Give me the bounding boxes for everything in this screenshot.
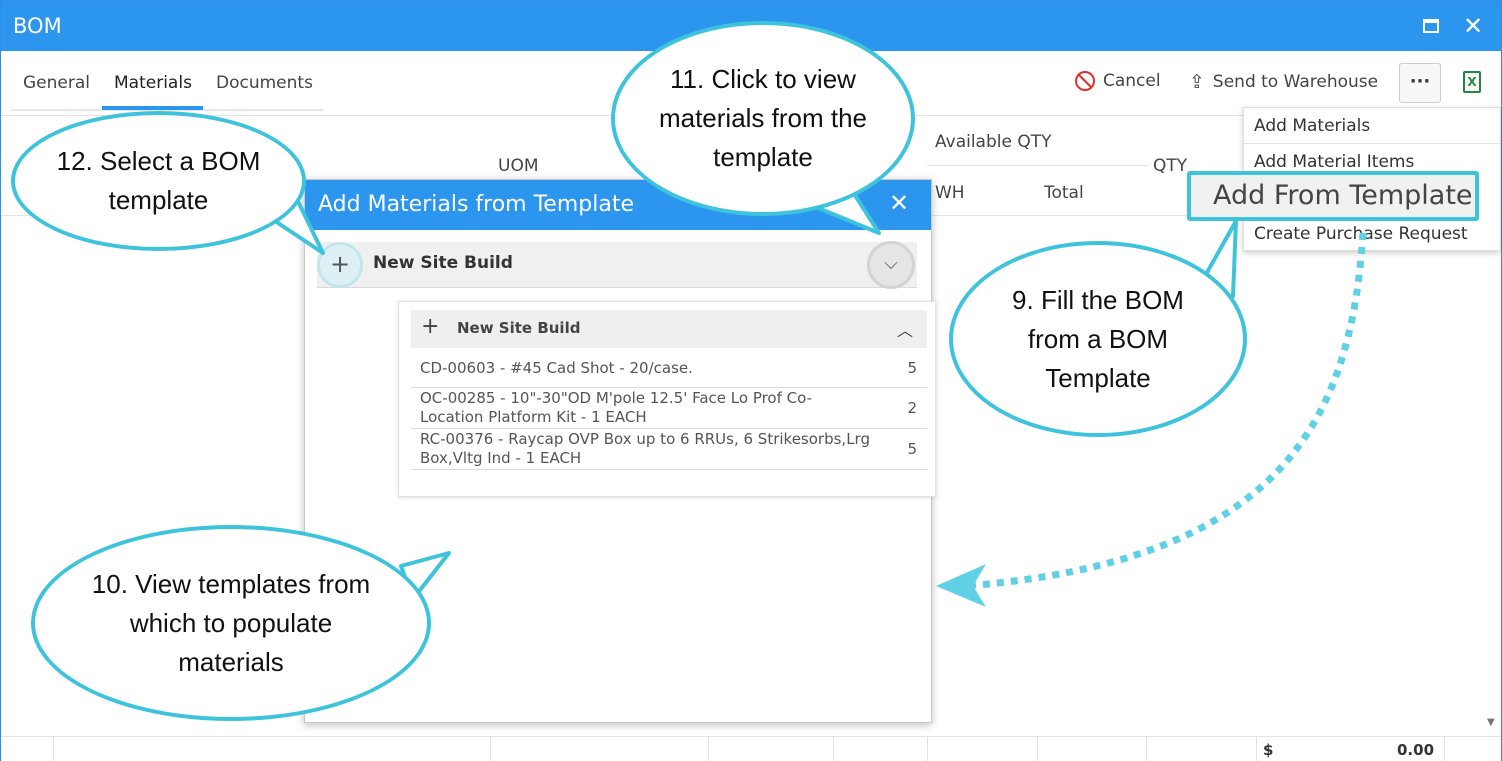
template-materials-title: New Site Build	[457, 319, 581, 337]
footer-sep	[833, 737, 834, 761]
excel-export-icon[interactable]: X	[1463, 71, 1481, 93]
close-icon: ✕	[1462, 12, 1484, 40]
col-available-qty: Available QTY	[935, 132, 1052, 152]
send-label: Send to Warehouse	[1212, 72, 1379, 92]
window-title: BOM	[13, 14, 62, 38]
cancel-button[interactable]: Cancel	[1075, 71, 1161, 91]
tab-materials[interactable]: Materials	[114, 73, 192, 93]
menu-add-materials[interactable]: Add Materials	[1254, 116, 1370, 136]
template-materials-panel: + New Site Build ︿ CD-00603 - #45 Cad Sh…	[398, 301, 936, 497]
footer-sep	[1444, 737, 1445, 761]
footer-sep	[927, 737, 928, 761]
plus-icon[interactable]: +	[421, 314, 439, 339]
col-wh: WH	[935, 183, 965, 203]
callout-11: 11. Click to view materials from the tem…	[611, 21, 915, 216]
footer-sep	[1146, 737, 1147, 761]
footer-currency: $	[1263, 741, 1274, 759]
material-desc: CD-00603 - #45 Cad Shot - 20/case.	[420, 359, 693, 377]
tab-general[interactable]: General	[23, 73, 90, 93]
menu-add-from-template[interactable]: Add From Template	[1187, 171, 1479, 221]
dialog-title: Add Materials from Template	[318, 192, 634, 217]
dialog-close-button[interactable]: ✕	[889, 189, 909, 217]
col-qty: QTY	[1153, 156, 1188, 176]
material-desc: RC-00376 - Raycap OVP Box up to 6 RRUs, …	[420, 430, 870, 467]
menu-add-material-items[interactable]: Add Material Items	[1254, 152, 1414, 172]
warehouse-icon: ⇪	[1189, 71, 1205, 93]
send-to-warehouse-button[interactable]: ⇪ Send to Warehouse	[1189, 71, 1378, 93]
footer-total: 0.00	[1397, 741, 1435, 759]
footer-sep	[1037, 737, 1038, 761]
template-row[interactable]: + New Site Build ⌵	[317, 241, 917, 289]
footer-sep	[1256, 737, 1257, 761]
tab-documents[interactable]: Documents	[216, 73, 313, 93]
expand-chevron-down-icon[interactable]: ⌵	[867, 241, 915, 289]
cancel-label: Cancel	[1103, 71, 1161, 91]
material-qty: 2	[907, 399, 917, 417]
material-qty: 5	[907, 440, 917, 458]
grid-footer: $ 0.00	[1, 736, 1501, 761]
material-desc: OC-00285 - 10"-30"OD M'pole 12.5' Face L…	[420, 389, 812, 426]
active-tab-indicator	[102, 106, 203, 110]
bom-window: BOM ✕ General Materials Documents Cancel…	[0, 0, 1502, 761]
cancel-icon	[1075, 71, 1095, 91]
material-row: OC-00285 - 10"-30"OD M'pole 12.5' Face L…	[411, 388, 927, 429]
add-template-plus-icon[interactable]: +	[317, 242, 363, 288]
callout-10: 10. View templates from which to populat…	[31, 525, 431, 721]
footer-sep	[53, 737, 54, 761]
scroll-down-icon[interactable]: ▼	[1487, 717, 1495, 728]
maximize-button[interactable]	[1417, 12, 1445, 40]
callout-12: 12. Select a BOM template	[11, 111, 306, 251]
material-row: CD-00603 - #45 Cad Shot - 20/case. 5	[411, 348, 927, 388]
footer-sep	[490, 737, 491, 761]
close-window-button[interactable]: ✕	[1459, 12, 1487, 40]
col-uom: UOM	[498, 156, 539, 176]
template-materials-header[interactable]: + New Site Build ︿	[411, 310, 927, 348]
menu-create-purchase-request[interactable]: Create Purchase Request	[1254, 224, 1468, 244]
tab-bar: General Materials Documents	[11, 59, 323, 111]
footer-sep	[708, 737, 709, 761]
chevron-up-icon[interactable]: ︿	[897, 317, 913, 341]
maximize-icon	[1423, 19, 1439, 33]
callout-9: 9. Fill the BOM from a BOM Template	[949, 241, 1247, 437]
material-row: RC-00376 - Raycap OVP Box up to 6 RRUs, …	[411, 429, 927, 470]
arrow-head	[936, 564, 986, 607]
grid-sub-line	[927, 165, 1147, 166]
col-total: Total	[1044, 183, 1084, 203]
template-name: New Site Build	[373, 253, 513, 273]
more-button[interactable]: ···	[1399, 63, 1441, 103]
menu-divider	[1244, 143, 1500, 144]
material-qty: 5	[907, 359, 917, 377]
